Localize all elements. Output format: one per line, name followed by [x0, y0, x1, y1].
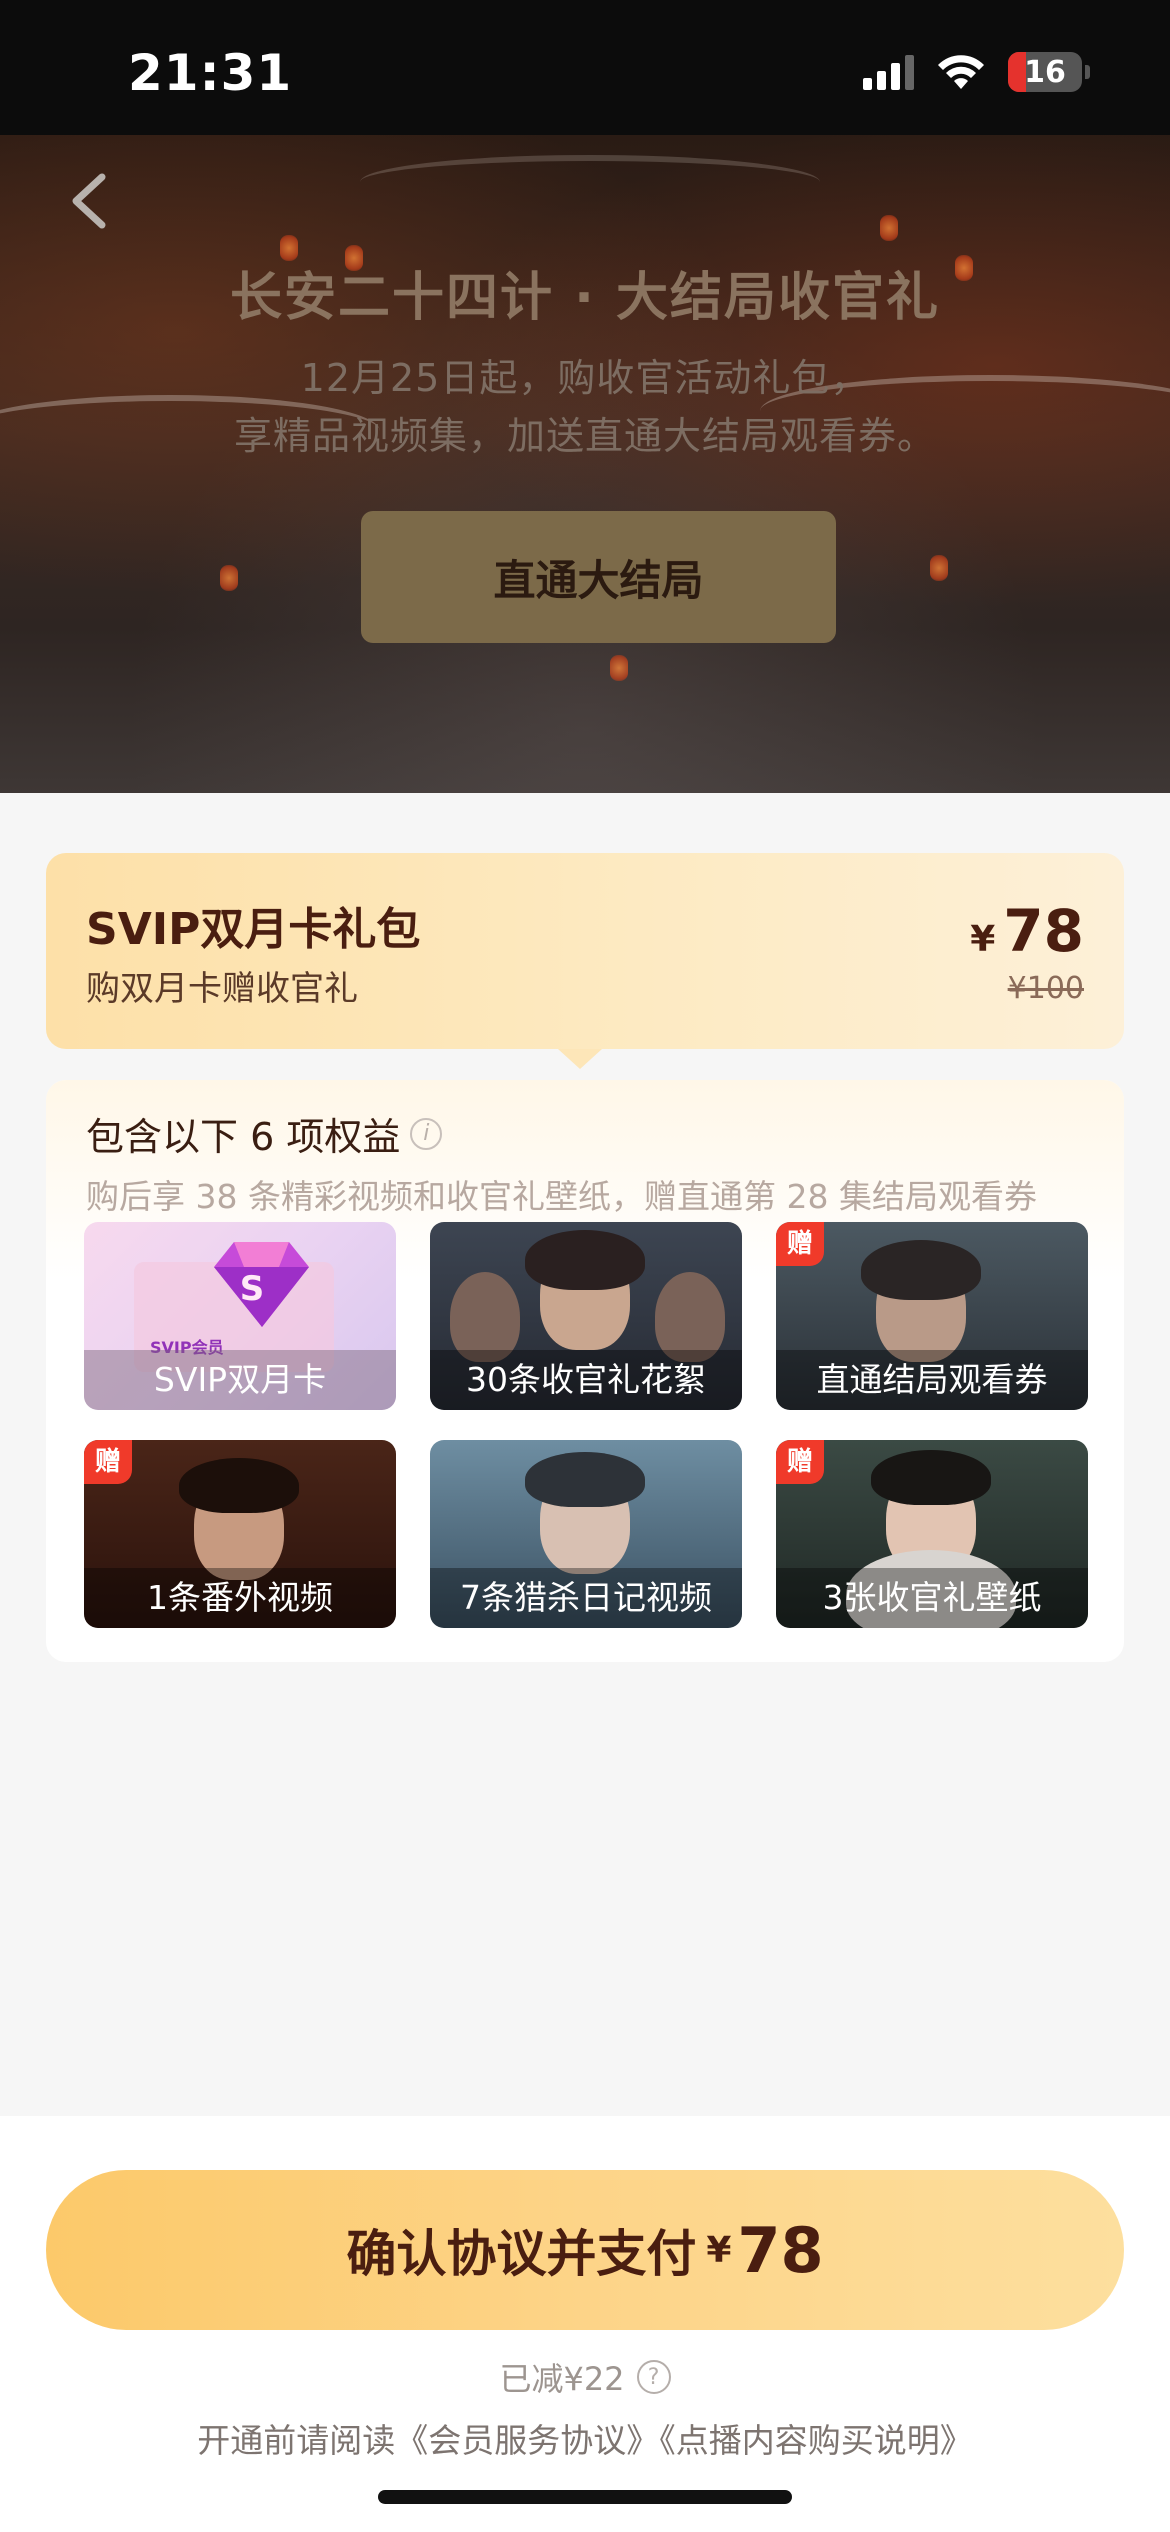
svg-text:S: S: [240, 1269, 265, 1309]
benefits-panel: 包含以下 6 项权益 i 购后享 38 条精彩视频和收官礼壁纸，赠直通第 28 …: [46, 1080, 1124, 1662]
pay-label: 确认协议并支付: [346, 2225, 697, 2283]
tile-label: 7条猎杀日记视频: [430, 1568, 742, 1628]
gift-badge: 赠: [776, 1440, 824, 1484]
original-price: ¥100: [1007, 971, 1084, 1006]
help-icon[interactable]: ?: [636, 2360, 671, 2394]
finale-button[interactable]: 直通大结局: [361, 511, 836, 643]
benefit-tile-behind-scenes[interactable]: 30条收官礼花絮: [430, 1222, 742, 1410]
agreement-links[interactable]: 开通前请阅读《会员服务协议》《点播内容购买说明》: [0, 2414, 1170, 2462]
price-value: 78: [1003, 897, 1084, 965]
benefits-heading: 包含以下 6 项权益 i: [86, 1106, 443, 1161]
benefits-description: 购后享 38 条精彩视频和收官礼壁纸，赠直通第 28 集结局观看券: [86, 1177, 1037, 1216]
hero-subtitle: 12月25日起，购收官活动礼包，: [300, 356, 870, 400]
tile-label: SVIP双月卡: [84, 1350, 396, 1410]
tile-label: 1条番外视频: [84, 1568, 396, 1628]
tile-label: 30条收官礼花絮: [430, 1350, 742, 1410]
hero-banner: 长安二十四计 · 大结局收官礼 12月25日起，购收官活动礼包， 享精品视频集，…: [0, 135, 1170, 793]
pay-amount: 78: [737, 2213, 824, 2287]
pointer-arrow: [558, 1049, 602, 1069]
gift-badge: 赠: [84, 1440, 132, 1484]
info-icon[interactable]: i: [410, 1117, 443, 1150]
hero-title: 长安二十四计 · 大结局收官礼: [230, 268, 940, 328]
status-bar: 21:31 16: [0, 0, 1170, 135]
package-title: SVIP双月卡礼包: [86, 904, 421, 955]
battery-level: 16: [1024, 54, 1066, 90]
benefit-tile-svip[interactable]: S SVIP会员 SVIP双月卡: [84, 1222, 396, 1410]
home-indicator: [378, 2490, 792, 2504]
status-time: 21:31: [128, 44, 293, 102]
currency-symbol: ¥: [970, 919, 996, 960]
package-card[interactable]: SVIP双月卡礼包 购双月卡赠收官礼 ¥ 78 ¥100: [46, 853, 1124, 1049]
tile-label: 3张收官礼壁纸: [776, 1568, 1088, 1628]
battery-icon: 16: [1008, 52, 1082, 92]
confirm-pay-button[interactable]: 确认协议并支付 ¥ 78: [46, 2170, 1124, 2330]
hero-subtitle: 享精品视频集，加送直通大结局观看券。: [233, 414, 936, 458]
pay-currency: ¥: [706, 2229, 732, 2271]
package-subtitle: 购双月卡赠收官礼: [86, 969, 358, 1009]
wifi-icon: [938, 55, 984, 89]
benefit-tile-finale-ticket[interactable]: 赠 直通结局观看券: [776, 1222, 1088, 1410]
discount-row: 已减¥22 ?: [0, 2354, 1170, 2400]
benefits-title: 包含以下 6 项权益: [86, 1115, 401, 1159]
benefit-tile-wallpaper[interactable]: 赠 3张收官礼壁纸: [776, 1440, 1088, 1628]
tile-label: 直通结局观看券: [776, 1350, 1088, 1410]
benefit-tile-hunt-diary[interactable]: 7条猎杀日记视频: [430, 1440, 742, 1628]
package-price: ¥ 78: [970, 897, 1084, 965]
bottom-pay-bar: 确认协议并支付 ¥ 78 已减¥22 ? 开通前请阅读《会员服务协议》《点播内容…: [0, 2116, 1170, 2532]
chevron-left-icon[interactable]: [62, 165, 122, 235]
signal-icon: [863, 54, 914, 90]
discount-text: 已减¥22: [499, 2360, 625, 2398]
gift-badge: 赠: [776, 1222, 824, 1266]
status-icons: 16: [863, 52, 1090, 92]
benefit-tile-extra-video[interactable]: 赠 1条番外视频: [84, 1440, 396, 1628]
